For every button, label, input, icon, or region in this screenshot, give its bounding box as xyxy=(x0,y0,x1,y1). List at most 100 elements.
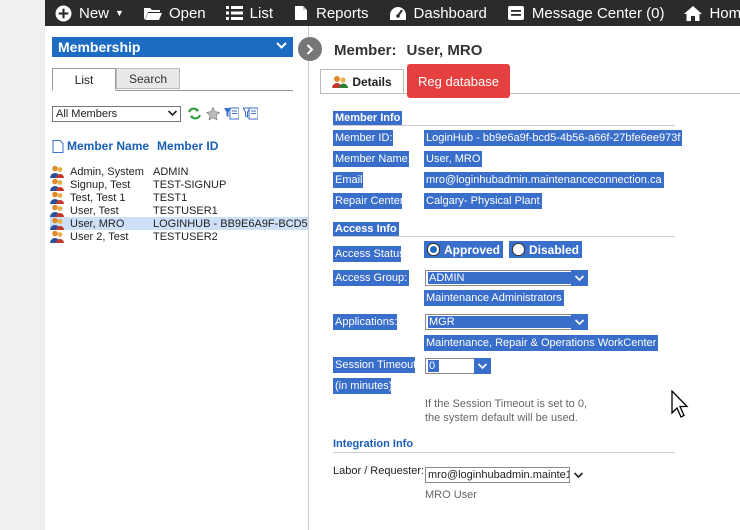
plus-circle-icon xyxy=(55,5,72,21)
member-name: User, MRO xyxy=(70,217,125,230)
tab-underline xyxy=(320,93,740,94)
disabled-radio[interactable] xyxy=(512,243,525,256)
users-icon xyxy=(332,75,349,88)
filter-actions xyxy=(187,106,262,124)
chevron-down-icon xyxy=(276,42,287,49)
member-list: Admin, System ADMIN Signup, Test TEST-SIGNU… xyxy=(50,165,308,243)
labor-requester-select[interactable]: mro@loginhubadmin.mainte1 xyxy=(425,467,587,483)
collapse-panel-button[interactable] xyxy=(298,37,322,61)
note-line-2: the system default will be used. xyxy=(425,412,578,424)
membership-panel: Membership List Search All Members Membe… xyxy=(45,26,309,530)
filter-clear-icon[interactable] xyxy=(242,107,259,124)
applications-description: Maintenance, Repair & Operations WorkCen… xyxy=(424,335,659,351)
list-button[interactable]: List xyxy=(225,4,273,22)
applications-value: MGR xyxy=(428,316,574,328)
reports-button[interactable]: Reports xyxy=(293,5,369,22)
list-label: List xyxy=(249,4,273,22)
member-header: Member: User, MRO xyxy=(334,42,482,59)
repair-center-value: Calgary- Physical Plant xyxy=(424,193,542,209)
session-timeout-value: 0 xyxy=(428,360,439,372)
member-avatar-icon xyxy=(50,191,64,204)
session-timeout-note: If the Session Timeout is set to 0, the … xyxy=(425,397,587,425)
applications-label: Applications: xyxy=(333,314,398,330)
folder-open-icon xyxy=(143,8,162,20)
member-id: TESTUSER2 xyxy=(153,230,218,243)
refresh-icon[interactable] xyxy=(187,107,202,124)
session-timeout-select[interactable]: 0 xyxy=(425,358,491,374)
member-name: Admin, System xyxy=(70,165,144,178)
filter-funnel-icon[interactable] xyxy=(224,107,240,124)
member-row[interactable]: Admin, System ADMIN xyxy=(50,165,308,178)
approved-label: Approved xyxy=(444,242,501,257)
left-strip xyxy=(0,0,46,530)
new-menu[interactable]: New ▼ xyxy=(55,5,124,22)
member-header-value: User, MRO xyxy=(406,42,483,59)
reports-label: Reports xyxy=(315,4,369,22)
approved-radio-option[interactable]: Approved xyxy=(424,241,504,258)
caret-down-icon: ▼ xyxy=(115,8,124,18)
member-row[interactable]: User 2, Test TESTUSER2 xyxy=(50,230,308,243)
member-id-value: LoginHub - bb9e6a9f-bcd5-4b56-a66f-27bfe… xyxy=(424,130,683,146)
dropdown-arrow-icon xyxy=(569,467,587,483)
message-center-icon xyxy=(507,6,524,20)
new-label: New xyxy=(79,4,110,22)
member-row[interactable]: Signup, Test TEST-SIGNUP xyxy=(50,178,308,191)
disabled-radio-option[interactable]: Disabled xyxy=(509,241,583,258)
open-button[interactable]: Open xyxy=(143,4,206,22)
member-row[interactable]: User, MRO LOGINHUB - BB9E6A9F-BCD5-4B56-A… xyxy=(50,217,308,230)
tab-search[interactable]: Search xyxy=(116,68,180,89)
dropdown-arrow-icon xyxy=(168,110,177,117)
home-icon xyxy=(684,5,703,21)
dropdown-arrow-icon xyxy=(571,314,588,330)
member-name: Test, Test 1 xyxy=(70,191,126,204)
labor-requester-value: mro@loginhubadmin.mainte1 xyxy=(428,469,570,481)
access-group-value: ADMIN xyxy=(428,272,574,284)
main-toolbar: New ▼ Open List Reports Dashboard Messag… xyxy=(45,0,740,26)
access-status-label: Access Status: xyxy=(333,246,408,262)
tab-details[interactable]: Details xyxy=(320,69,404,93)
mouse-cursor-icon xyxy=(671,390,689,418)
column-member-name[interactable]: Member Name xyxy=(67,139,149,153)
access-group-description: Maintenance Administrators xyxy=(424,290,564,306)
member-id: LOGINHUB - BB9E6A9F-BCD5-4B56-A66F-27BFE… xyxy=(153,217,308,230)
member-info-heading: Member Info xyxy=(333,111,403,125)
message-center-button[interactable]: Message Center (0) xyxy=(507,5,664,22)
member-avatar-icon xyxy=(50,178,64,191)
member-name: Signup, Test xyxy=(70,178,131,191)
member-filter-select[interactable]: All Members xyxy=(52,106,181,122)
session-timeout-unit: (in minutes) xyxy=(333,378,393,394)
divider xyxy=(333,125,675,126)
dashboard-button[interactable]: Dashboard xyxy=(389,5,487,22)
member-id-label: Member ID: xyxy=(333,130,393,146)
member-avatar-icon xyxy=(50,217,64,230)
email-value: mro@loginhubadmin.maintenanceconnection.… xyxy=(424,172,664,188)
member-row[interactable]: Test, Test 1 TEST1 xyxy=(50,191,308,204)
chevron-right-icon xyxy=(306,43,314,55)
star-icon[interactable] xyxy=(205,106,221,124)
session-timeout-label: Session Timeout: xyxy=(333,357,420,373)
member-list-header: Member Name Member ID xyxy=(52,139,218,153)
member-row[interactable]: User, Test TESTUSER1 xyxy=(50,204,308,217)
membership-title: Membership xyxy=(58,39,141,55)
note-line-1: If the Session Timeout is set to 0, xyxy=(425,398,588,410)
access-group-select[interactable]: ADMIN xyxy=(425,270,588,286)
applications-select[interactable]: MGR xyxy=(425,314,588,330)
column-member-id[interactable]: Member ID xyxy=(157,139,218,153)
member-id: TEST1 xyxy=(153,191,188,204)
labor-requester-description: MRO User xyxy=(425,489,477,501)
member-id: TESTUSER1 xyxy=(153,204,218,217)
member-avatar-icon xyxy=(50,165,64,178)
reg-database-button[interactable]: Reg database xyxy=(407,64,510,98)
tab-list[interactable]: List xyxy=(52,68,116,91)
membership-header[interactable]: Membership xyxy=(52,37,293,57)
open-label: Open xyxy=(168,4,206,22)
dropdown-arrow-icon xyxy=(474,358,491,374)
labor-requester-label: Labor / Requester: xyxy=(333,465,425,477)
repair-center-label: Repair Center: xyxy=(333,193,407,209)
member-avatar-icon xyxy=(50,230,64,243)
email-label: Email: xyxy=(333,172,366,188)
approved-radio[interactable] xyxy=(427,243,440,256)
home-button[interactable]: Home xyxy=(684,5,740,22)
integration-info-heading: Integration Info xyxy=(333,438,414,450)
member-name: User, Test xyxy=(70,204,119,217)
